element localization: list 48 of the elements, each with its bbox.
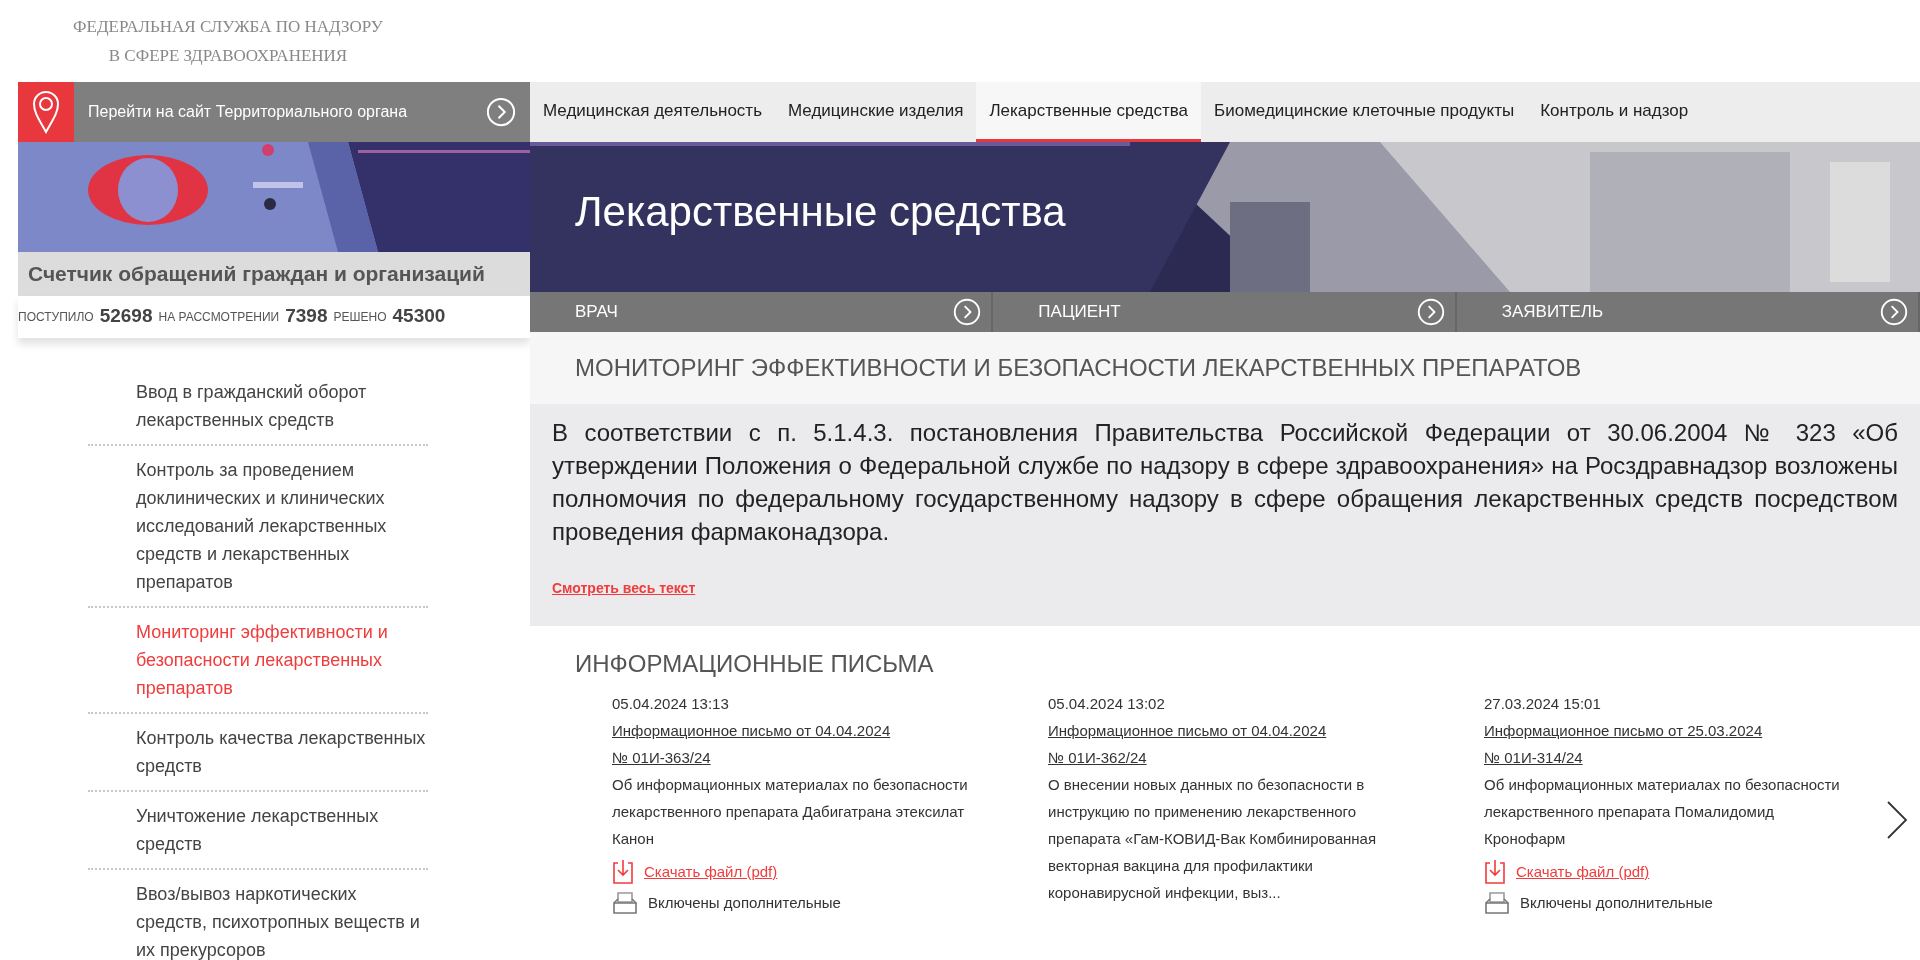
letter-title-link[interactable]: Информационное письмо от 25.03.2024 № 01И-314/24 xyxy=(1484,717,1774,771)
stat-value: 7398 xyxy=(285,304,328,329)
territorial-link-button[interactable]: Перейти на сайт Территориального органа xyxy=(18,82,530,142)
sidebar-link[interactable]: Ввоз/вывоз наркотических средств, психотропных веществ и их прекурсоров xyxy=(88,869,428,960)
stat-label: ПОСТУПИЛО xyxy=(18,308,94,326)
nav-tab[interactable]: Биомедицинские клеточные продукты xyxy=(1201,82,1528,142)
letters-heading: ИНФОРМАЦИОННЫЕ ПИСЬМА xyxy=(574,649,935,679)
nav-tab[interactable]: Лекарственные средства xyxy=(976,82,1202,142)
chevron-circle-icon xyxy=(1880,298,1908,326)
section-heading: МОНИТОРИНГ ЭФФЕКТИВНОСТИ И БЕЗОПАСНОСТИ ЛЕКАРСТВЕННЫХ ПРЕПАРАТОВ xyxy=(530,332,1920,404)
letter-title-link[interactable]: Информационное письмо от 04.04.2024 № 01И-362/24 xyxy=(1048,717,1338,771)
chevron-circle-icon xyxy=(953,298,982,326)
letter-description: Об информационных материалах по безопасности лекарственного препарата Дабигатрана этексилат Канон xyxy=(612,775,969,849)
stat-label: НА РАССМОТРЕНИИ xyxy=(158,308,280,326)
tray-icon xyxy=(612,890,638,915)
location-pin-icon xyxy=(32,90,60,134)
letter-description: О внесении новых данных по безопасности в инструкцию по применению лекарственного препарата «Гам-КОВИД-Вак Комбинированная векторная вакцина для профилактики коронавирусной инфекции, выз... xyxy=(1048,775,1378,903)
body-paragraph: В соответствии с п. 5.1.4.3. постановления Правительства Российской Федерации от 30.06.2004 № 323 «Об утверждении Положения о Федеральной службе по надзору в сфере здравоохранения» на Росздравнадзор возложены полномочия по федеральному государственному надзору в сфере обращения лекарственных средств посредством проведения фармаконадзора. xyxy=(552,418,1898,547)
download-icon xyxy=(1484,858,1506,885)
nav-tab[interactable]: Контроль и надзор xyxy=(1527,82,1702,142)
attachment-note: Включены дополнительные xyxy=(1520,893,1713,913)
letter-date: 05.04.2024 13:02 xyxy=(1048,694,1166,714)
sidebar-link[interactable]: Мониторинг эффективности и безопасности лекарственных препаратов xyxy=(88,607,428,714)
letter-description: Об информационных материалах по безопасности лекарственного препарата Помалидомид Кронофарм xyxy=(1484,775,1841,849)
nav-tab[interactable]: Медицинская деятельность xyxy=(530,82,775,142)
tray-icon xyxy=(1484,890,1510,915)
agency-name: ФЕДЕРАЛЬНАЯ СЛУЖБА ПО НАДЗОРУ В СФЕРЕ ЗДРАВООХРАНЕНИЯ xyxy=(72,16,384,67)
letter-date: 27.03.2024 15:01 xyxy=(1484,694,1602,714)
sidebar-link[interactable]: Контроль за проведением доклинических и клинических исследований лекарственных средств и лекарственных препаратов xyxy=(88,445,428,608)
stat-value: 45300 xyxy=(392,304,446,329)
letter-date: 05.04.2024 13:13 xyxy=(612,694,730,714)
chevron-circle-icon xyxy=(1416,298,1445,326)
sidebar-link[interactable]: Ввод в гражданский оборот лекарственных средств xyxy=(88,367,428,446)
download-link[interactable]: Скачать файл (pdf) xyxy=(1516,858,1650,885)
download-icon xyxy=(612,858,634,885)
letter-title-link[interactable]: Информационное письмо от 04.04.2024 № 01И-363/24 xyxy=(612,717,902,771)
chevron-circle-icon xyxy=(486,97,516,127)
nav-tab[interactable]: Медицинские изделия xyxy=(775,82,977,142)
chevron-right-icon xyxy=(1886,800,1908,840)
download-link[interactable]: Скачать файл (pdf) xyxy=(644,858,778,885)
counter-title: Счетчик обращений граждан и организаций xyxy=(18,252,530,296)
sidebar-link[interactable]: Уничтожение лекарственных средств xyxy=(88,791,428,870)
stat-value: 52698 xyxy=(99,304,153,329)
next-button[interactable] xyxy=(1886,800,1908,840)
sidebar-link[interactable]: Контроль качества лекарственных средств xyxy=(88,713,428,792)
banner-title: Лекарственные средства xyxy=(575,187,1066,237)
attachment-note: Включены дополнительные xyxy=(648,893,841,913)
stat-label: РЕШЕНО xyxy=(333,308,387,326)
